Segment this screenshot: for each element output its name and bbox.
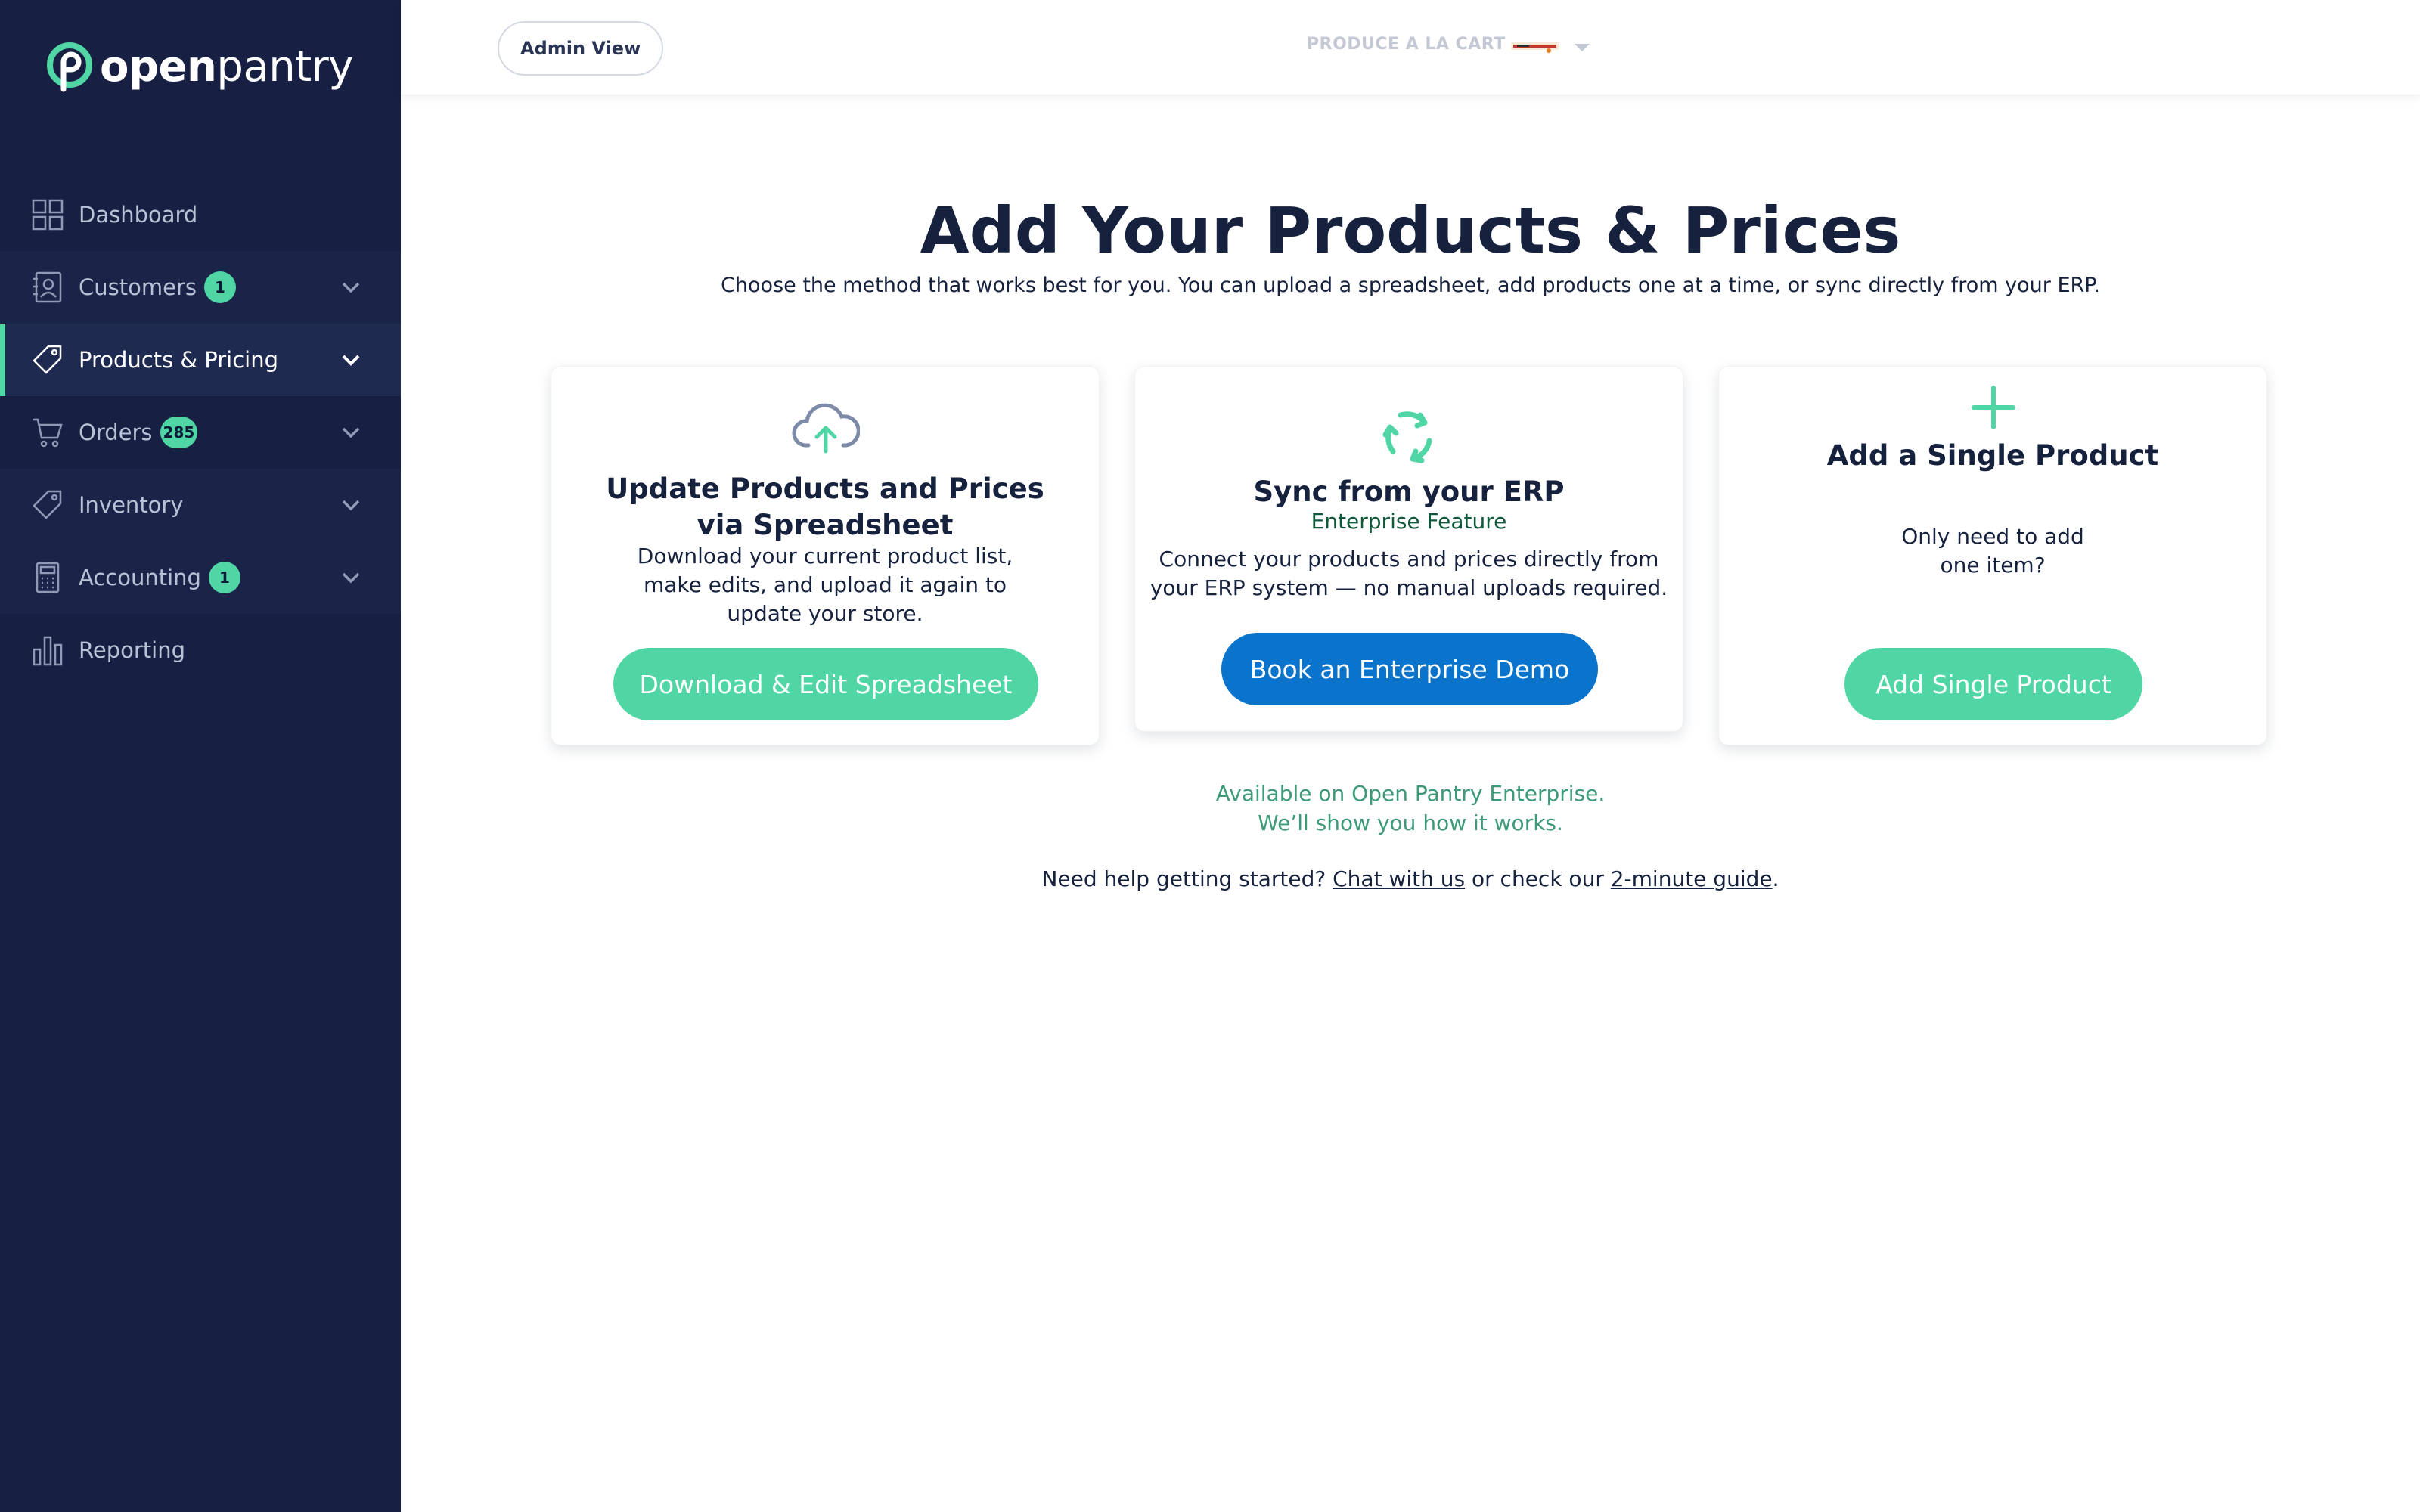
erp-card-text-line2: your ERP system — no manual uploads requ…: [1150, 575, 1668, 600]
chevron-down-icon[interactable]: [339, 422, 363, 443]
availability-line2: We’ll show you how it works.: [1258, 810, 1563, 835]
single-product-card: Add a Single Product Only need to add on…: [1718, 366, 2267, 745]
spreadsheet-card-text-line1: Download your current product list,: [637, 544, 1013, 569]
sidebar-nav: Dashboard Customers 1 Products & Pricing: [0, 178, 401, 686]
page-title: Add Your Products & Prices: [920, 194, 1901, 268]
spreadsheet-card-title-line1: Update Products and Prices: [606, 472, 1044, 505]
enterprise-feature-label: Enterprise Feature: [1311, 509, 1507, 534]
sidebar-item-customers[interactable]: Customers 1: [0, 251, 401, 324]
two-minute-guide-link[interactable]: 2-minute guide: [1611, 866, 1773, 891]
tag-icon: [33, 490, 62, 519]
sync-icon: [1382, 411, 1432, 463]
sidebar-item-label: Accounting: [79, 565, 201, 590]
add-single-product-button[interactable]: Add Single Product: [1844, 648, 2142, 720]
sidebar-item-reporting[interactable]: Reporting: [0, 614, 401, 686]
grid-icon: [32, 199, 64, 231]
sidebar-item-dashboard[interactable]: Dashboard: [0, 178, 401, 251]
help-middle: or check our: [1472, 866, 1604, 891]
sidebar-item-label: Products & Pricing: [79, 347, 279, 373]
store-name[interactable]: PRODUCE A LA CART: [1307, 35, 1506, 54]
sidebar: openpantry Dashboard Customers 1 Product…: [0, 0, 401, 1512]
single-product-card-text-line1: Only need to add: [1901, 524, 2084, 549]
chevron-down-icon[interactable]: [339, 349, 363, 370]
availability-line1: Available on Open Pantry Enterprise.: [1215, 781, 1606, 806]
sidebar-item-label: Orders: [79, 420, 153, 445]
spreadsheet-card-text-line2: make edits, and upload it again to: [643, 572, 1007, 597]
erp-card-text-line1: Connect your products and prices directl…: [1159, 547, 1659, 572]
admin-view-button[interactable]: Admin View: [498, 21, 664, 76]
help-suffix: .: [1772, 866, 1779, 891]
download-edit-spreadsheet-button[interactable]: Download & Edit Spreadsheet: [613, 648, 1038, 720]
customers-count-badge: 1: [203, 271, 236, 303]
store-logo-icon[interactable]: [1511, 38, 1559, 54]
chat-with-us-link[interactable]: Chat with us: [1333, 866, 1465, 891]
sidebar-item-orders[interactable]: Orders 285: [0, 396, 401, 469]
openpantry-logo[interactable]: openpantry: [44, 39, 353, 94]
sidebar-item-products-pricing[interactable]: Products & Pricing: [0, 324, 401, 396]
plus-icon: [1972, 386, 2015, 429]
spreadsheet-card: Update Products and Prices via Spreadshe…: [551, 366, 1100, 745]
enterprise-availability-note: Available on Open Pantry Enterprise. We’…: [401, 779, 2420, 838]
logo-text: openpantry: [100, 42, 353, 91]
page-subtitle: Choose the method that works best for yo…: [721, 274, 2100, 297]
single-product-card-text-line2: one item?: [1940, 553, 2046, 578]
bar-chart-icon: [33, 636, 63, 666]
calculator-icon: [36, 562, 60, 593]
chevron-down-icon[interactable]: [339, 277, 363, 298]
erp-card-title: Sync from your ERP: [1253, 476, 1565, 508]
help-prefix: Need help getting started?: [1041, 866, 1326, 891]
cloud-upload-icon: [792, 403, 860, 454]
book-enterprise-demo-button[interactable]: Book an Enterprise Demo: [1221, 633, 1598, 705]
orders-count-badge: 285: [160, 417, 198, 448]
sidebar-item-label: Reporting: [79, 637, 185, 663]
cart-icon: [33, 418, 63, 448]
spreadsheet-card-text-line3: update your store.: [727, 601, 923, 626]
top-bar: Admin View PRODUCE A LA CART: [401, 0, 2420, 95]
caret-down-icon[interactable]: [1573, 42, 1591, 53]
tag-icon: [33, 345, 62, 374]
sidebar-item-label: Inventory: [79, 492, 184, 518]
sidebar-item-label: Customers: [79, 274, 197, 300]
sidebar-item-inventory[interactable]: Inventory: [0, 469, 401, 541]
contacts-icon: [33, 271, 62, 303]
chevron-down-icon[interactable]: [339, 494, 363, 516]
help-text: Need help getting started? Chat with us …: [401, 866, 2420, 891]
chevron-down-icon[interactable]: [339, 567, 363, 588]
logo-p-icon: [47, 42, 92, 92]
sidebar-item-label: Dashboard: [79, 202, 198, 228]
accounting-count-badge: 1: [208, 562, 240, 593]
sidebar-item-accounting[interactable]: Accounting 1: [0, 541, 401, 614]
erp-card: Sync from your ERP Enterprise Feature Co…: [1134, 366, 1683, 732]
spreadsheet-card-title-line2: via Spreadsheet: [697, 509, 954, 541]
single-product-card-title: Add a Single Product: [1826, 439, 2159, 472]
